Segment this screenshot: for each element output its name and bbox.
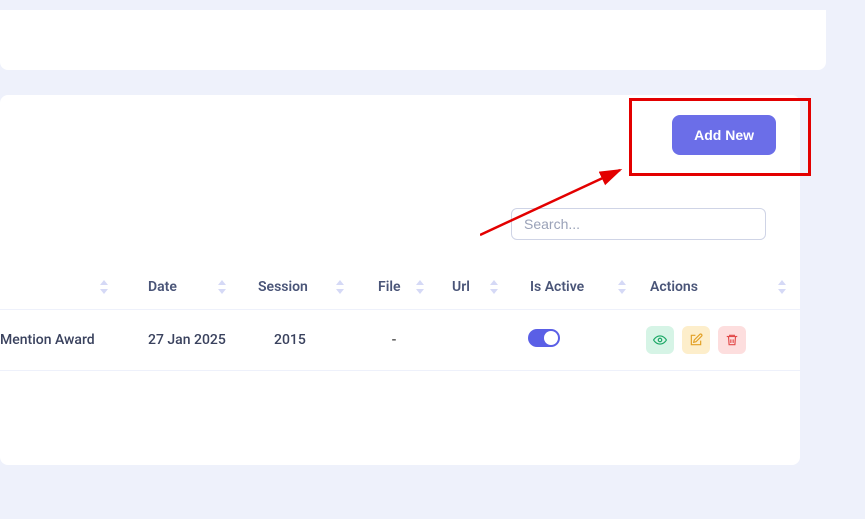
col-header-actions[interactable]: Actions [636,279,796,295]
eye-icon [653,333,667,347]
search-input[interactable] [511,208,766,240]
col-label: Date [148,279,177,295]
col-label: Url [452,279,470,295]
main-card: Add New Date Session File [0,95,800,465]
sort-icon [618,280,626,294]
sort-icon [336,280,344,294]
toggle-knob [544,331,558,345]
col-header-url[interactable]: Url [434,279,508,295]
data-table: Date Session File Url Is Active [0,265,800,371]
top-header-card [0,10,826,70]
delete-button[interactable] [718,326,746,354]
col-header-session[interactable]: Session [236,279,354,295]
cell-file: - [354,332,434,348]
sort-icon [416,280,424,294]
col-header-date[interactable]: Date [118,279,236,295]
cell-date: 27 Jan 2025 [118,332,236,348]
edit-button[interactable] [682,326,710,354]
cell-session: 2015 [236,332,354,348]
col-label: Session [258,279,308,295]
edit-icon [689,333,703,347]
col-header-file[interactable]: File [354,279,434,295]
sort-icon [100,280,108,294]
col-header-title[interactable] [0,279,118,295]
sort-icon [778,280,786,294]
cell-actions [636,326,796,354]
col-label: File [378,279,401,295]
sort-icon [490,280,498,294]
table-row: Mention Award 27 Jan 2025 2015 - [0,310,800,371]
trash-icon [725,333,739,347]
table-header-row: Date Session File Url Is Active [0,265,800,310]
col-label: Is Active [530,279,584,295]
active-toggle[interactable] [528,329,560,347]
cell-is-active [508,329,636,351]
search-wrap [511,208,766,240]
view-button[interactable] [646,326,674,354]
col-header-is-active[interactable]: Is Active [508,279,636,295]
cell-title: Mention Award [0,332,118,348]
add-new-button[interactable]: Add New [672,115,776,155]
sort-icon [218,280,226,294]
col-label: Actions [650,279,698,295]
